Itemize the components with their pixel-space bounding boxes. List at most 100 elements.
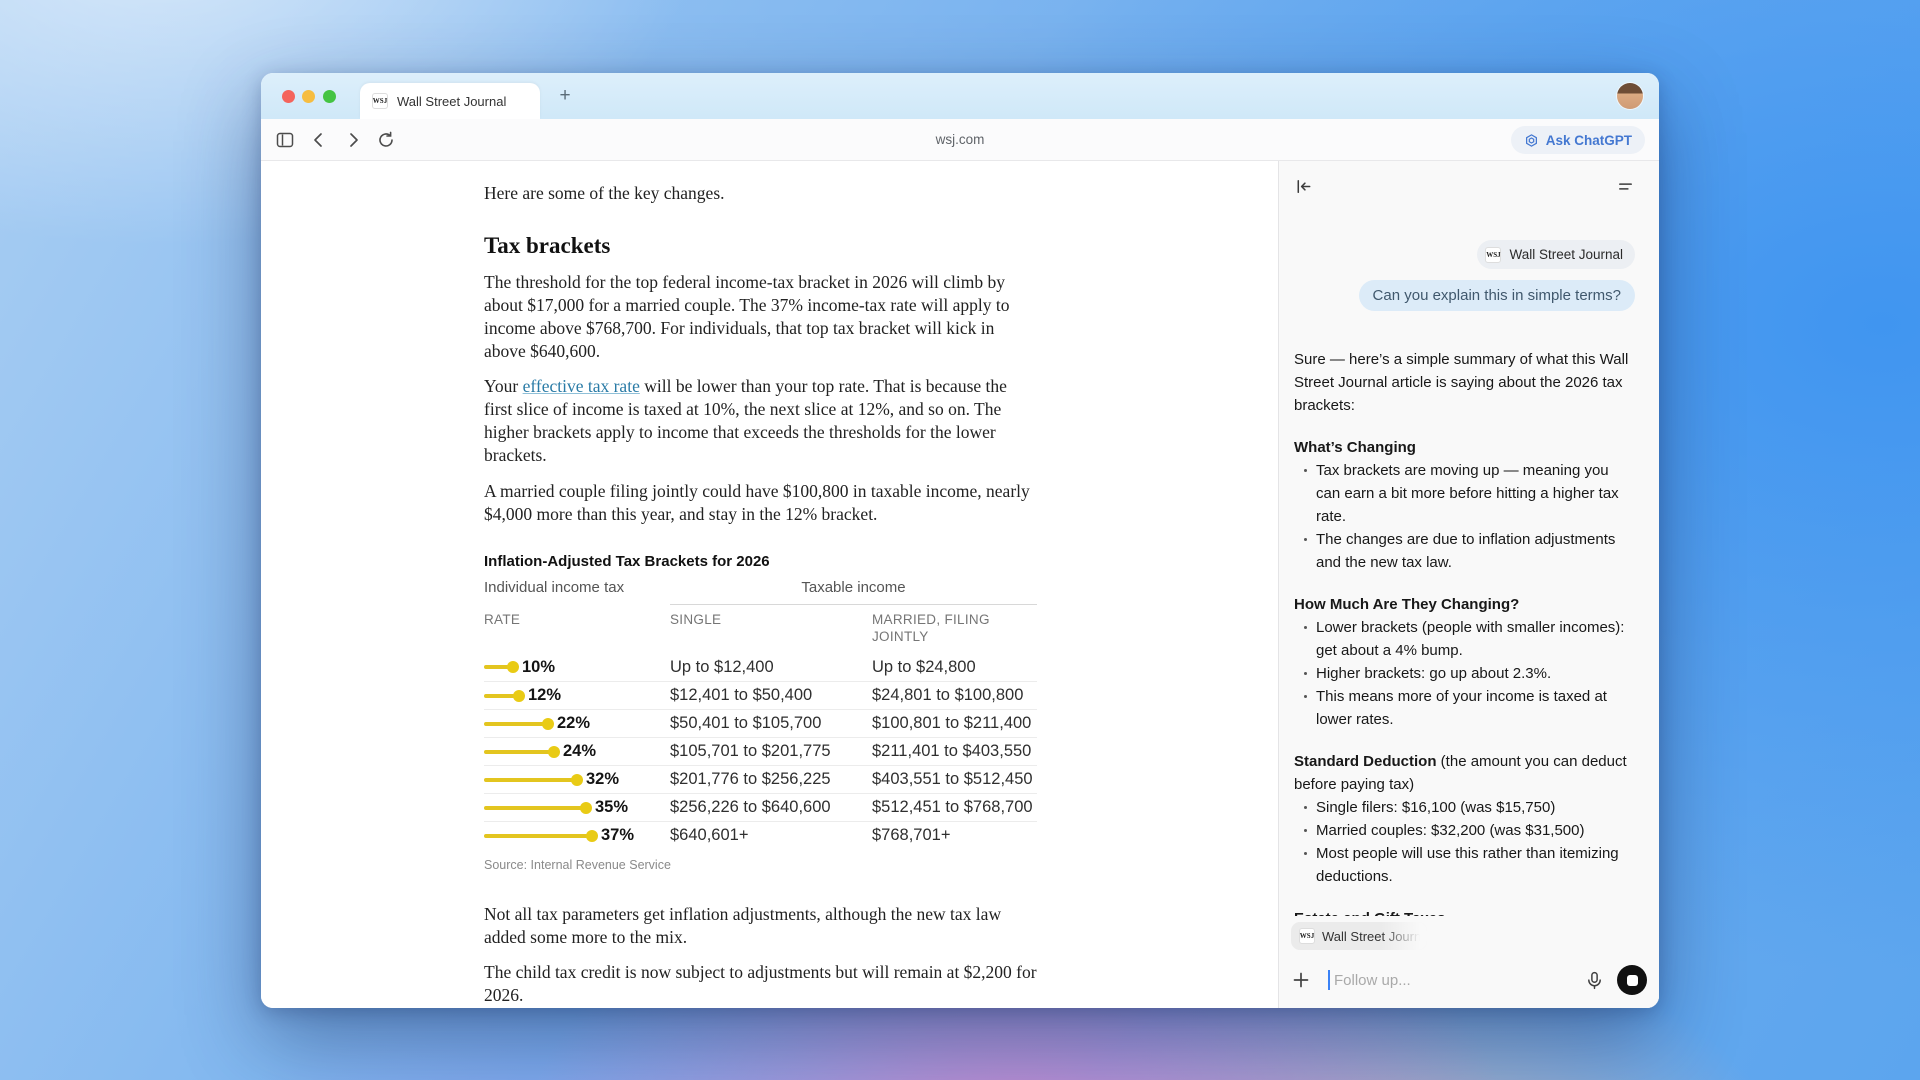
address-bar-url[interactable]: wsj.com — [261, 132, 1659, 147]
openai-logo-icon — [1524, 133, 1539, 148]
wsj-favicon-icon: WSJ — [372, 93, 388, 109]
bullet-item: Higher brackets: go up about 2.3%. — [1294, 662, 1635, 685]
section-whats-changing: What’s Changing Tax brackets are moving … — [1294, 436, 1635, 574]
microphone-icon[interactable] — [1584, 970, 1605, 991]
bullet-dot-icon — [1304, 695, 1307, 698]
table-row: 32% $201,776 to $256,225 $403,551 to $51… — [484, 765, 1037, 793]
input-placeholder: Follow up... — [1334, 972, 1411, 989]
text-cursor — [1328, 970, 1330, 990]
browser-toolbar: wsj.com Ask ChatGPT — [261, 119, 1659, 161]
chart-title: Inflation-Adjusted Tax Brackets for 2026 — [484, 552, 1037, 571]
zoom-window-button[interactable] — [323, 90, 336, 103]
paragraph-child-credit: The child tax credit is now subject to a… — [484, 961, 1037, 1007]
bullet-item: Tax brackets are moving up — meaning you… — [1294, 459, 1635, 528]
single-range: $50,401 to $105,700 — [670, 714, 872, 733]
ask-chatgpt-button[interactable]: Ask ChatGPT — [1511, 126, 1645, 154]
assistant-message: Sure — here’s a simple summary of what t… — [1294, 348, 1635, 976]
section-heading: How Much Are They Changing? — [1294, 596, 1519, 613]
tax-brackets-chart: Inflation-Adjusted Tax Brackets for 2026… — [484, 552, 1037, 873]
collapse-sidebar-icon[interactable] — [1294, 177, 1313, 196]
chat-messages[interactable]: WSJ Wall Street Journal Can you explain … — [1279, 161, 1659, 1008]
heading-tax-brackets: Tax brackets — [484, 232, 1037, 260]
rate-label: 24% — [563, 742, 596, 761]
rate-label: 32% — [586, 770, 619, 789]
effective-tax-rate-link[interactable]: effective tax rate — [523, 376, 640, 396]
single-range: $640,601+ — [670, 826, 872, 845]
table-row: 35% $256,226 to $640,600 $512,451 to $76… — [484, 793, 1037, 821]
married-range: $100,801 to $211,400 — [872, 714, 1037, 733]
article-pane: Here are some of the key changes. Tax br… — [261, 161, 1278, 1008]
paragraph-threshold: The threshold for the top federal income… — [484, 271, 1037, 363]
article-intro: Here are some of the key changes. — [484, 182, 1037, 205]
paragraph-effective-rate: Your effective tax rate will be lower th… — [484, 375, 1037, 467]
back-icon[interactable] — [309, 130, 329, 150]
tab-wall-street-journal[interactable]: WSJ Wall Street Journal — [360, 83, 540, 119]
bullet-item: This means more of your income is taxed … — [1294, 685, 1635, 731]
single-range: $201,776 to $256,225 — [670, 770, 872, 789]
bullet-dot-icon — [1304, 852, 1307, 855]
paragraph-not-all: Not all tax parameters get inflation adj… — [484, 903, 1037, 949]
chat-menu-icon[interactable] — [1616, 177, 1635, 196]
table-row: 37% $640,601+ $768,701+ — [484, 821, 1037, 849]
married-range: $768,701+ — [872, 826, 1037, 845]
single-range: Up to $12,400 — [670, 658, 872, 677]
single-range: $256,226 to $640,600 — [670, 798, 872, 817]
column-header-married: MARRIED, FILING JOINTLY — [872, 611, 1037, 645]
forward-icon[interactable] — [343, 130, 363, 150]
married-range: $403,551 to $512,450 — [872, 770, 1037, 789]
chart-group-label-right: Taxable income — [670, 578, 1037, 605]
stop-icon — [1627, 975, 1638, 986]
rate-bar — [484, 774, 577, 786]
rate-label: 12% — [528, 686, 561, 705]
context-chip-wsj[interactable]: WSJ Wall Street Journal — [1291, 922, 1427, 950]
reload-icon[interactable] — [376, 130, 396, 150]
table-row: 10% Up to $12,400 Up to $24,800 — [484, 653, 1037, 681]
wsj-favicon-icon: WSJ — [1299, 928, 1315, 944]
new-tab-button[interactable]: + — [553, 85, 577, 107]
wsj-favicon-icon: WSJ — [1485, 247, 1501, 263]
bullet-dot-icon — [1304, 806, 1307, 809]
ask-chatgpt-label: Ask ChatGPT — [1546, 133, 1632, 148]
bullet-item: Single filers: $16,100 (was $15,750) — [1294, 796, 1635, 819]
bullet-dot-icon — [1304, 538, 1307, 541]
section-how-much: How Much Are They Changing? Lower bracke… — [1294, 593, 1635, 731]
chatgpt-sidebar: WSJ Wall Street Journal Can you explain … — [1278, 161, 1659, 1008]
stop-voice-button[interactable] — [1617, 965, 1647, 995]
married-range: Up to $24,800 — [872, 658, 1037, 677]
sidebar-toggle-icon[interactable] — [275, 130, 295, 150]
bullet-item: Married couples: $32,200 (was $31,500) — [1294, 819, 1635, 842]
followup-input[interactable]: Follow up... — [1291, 960, 1647, 1000]
bullet-dot-icon — [1304, 829, 1307, 832]
rate-bar — [484, 661, 513, 673]
bullet-item: The changes are due to inflation adjustm… — [1294, 528, 1635, 574]
bullet-item: Lower brackets (people with smaller inco… — [1294, 616, 1635, 662]
married-range: $24,801 to $100,800 — [872, 686, 1037, 705]
source-chip-wsj[interactable]: WSJ Wall Street Journal — [1477, 240, 1635, 269]
tab-bar: WSJ Wall Street Journal + — [261, 73, 1659, 119]
chart-source: Source: Internal Revenue Service — [484, 857, 1037, 873]
bullet-dot-icon — [1304, 672, 1307, 675]
chart-group-label-left: Individual income tax — [484, 578, 670, 605]
table-row: 12% $12,401 to $50,400 $24,801 to $100,8… — [484, 681, 1037, 709]
rate-bar — [484, 802, 586, 814]
section-heading: What’s Changing — [1294, 439, 1416, 456]
married-range: $211,401 to $403,550 — [872, 742, 1037, 761]
profile-avatar[interactable] — [1617, 83, 1643, 109]
single-range: $105,701 to $201,775 — [670, 742, 872, 761]
single-range: $12,401 to $50,400 — [670, 686, 872, 705]
bullet-dot-icon — [1304, 469, 1307, 472]
user-message-bubble: Can you explain this in simple terms? — [1359, 280, 1635, 311]
rate-label: 22% — [557, 714, 590, 733]
bullet-item: Most people will use this rather than it… — [1294, 842, 1635, 888]
rate-bar — [484, 830, 592, 842]
paragraph-married-couple: A married couple filing jointly could ha… — [484, 480, 1037, 526]
married-range: $512,451 to $768,700 — [872, 798, 1037, 817]
minimize-window-button[interactable] — [302, 90, 315, 103]
bullet-dot-icon — [1304, 626, 1307, 629]
table-row: 24% $105,701 to $201,775 $211,401 to $40… — [484, 737, 1037, 765]
tab-title: Wall Street Journal — [397, 94, 506, 109]
plus-icon[interactable] — [1291, 970, 1311, 990]
close-window-button[interactable] — [282, 90, 295, 103]
text: Your — [484, 376, 523, 396]
column-header-rate: RATE — [484, 611, 670, 645]
